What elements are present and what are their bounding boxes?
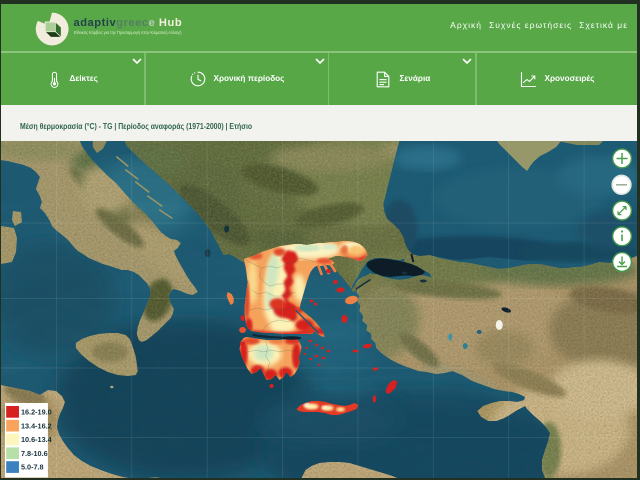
svg-text:16.2-19.0: 16.2-19.0 xyxy=(21,407,52,416)
svg-text:5.0-7.8: 5.0-7.8 xyxy=(21,463,44,472)
svg-text:10.6-13.4: 10.6-13.4 xyxy=(21,435,53,444)
svg-text:7.8-10.6: 7.8-10.6 xyxy=(21,449,48,458)
svg-text:13.4-16.2: 13.4-16.2 xyxy=(21,421,52,430)
